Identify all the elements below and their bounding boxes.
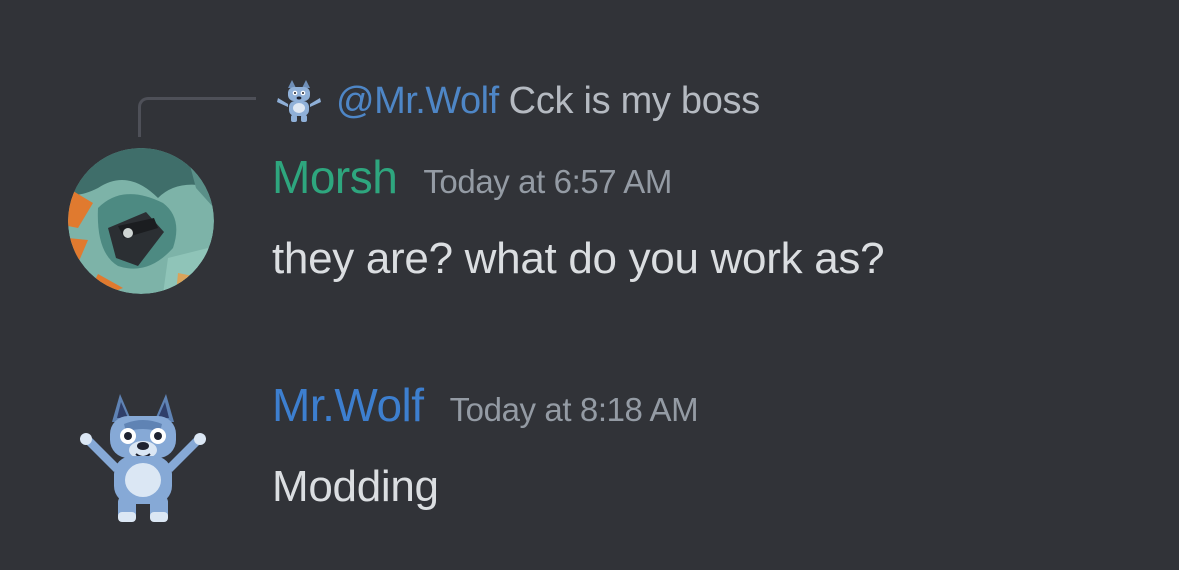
message-content: Modding: [272, 462, 439, 511]
message-header: Morsh Today at 6:57 AM: [272, 150, 672, 204]
message-header: Mr.Wolf Today at 8:18 AM: [272, 378, 699, 432]
bluey-dog-avatar-icon[interactable]: [74, 388, 212, 528]
username[interactable]: Mr.Wolf: [272, 378, 424, 432]
reply-reference[interactable]: @Mr.Wolf Cck is my boss: [272, 78, 760, 124]
chat-message-list: @Mr.Wolf Cck is my boss Morsh Today at 6…: [0, 0, 1179, 570]
message-timestamp[interactable]: Today at 8:18 AM: [450, 391, 699, 429]
reply-mention-link[interactable]: @Mr.Wolf: [336, 80, 499, 123]
message-timestamp[interactable]: Today at 6:57 AM: [423, 163, 672, 201]
reply-preview-text[interactable]: Cck is my boss: [509, 80, 761, 123]
username[interactable]: Morsh: [272, 150, 398, 204]
bluey-dog-avatar-icon: [272, 78, 326, 124]
reply-connector-line: [138, 97, 256, 137]
morsh-avatar-icon[interactable]: [68, 148, 214, 294]
message-content: they are? what do you work as?: [272, 234, 885, 283]
